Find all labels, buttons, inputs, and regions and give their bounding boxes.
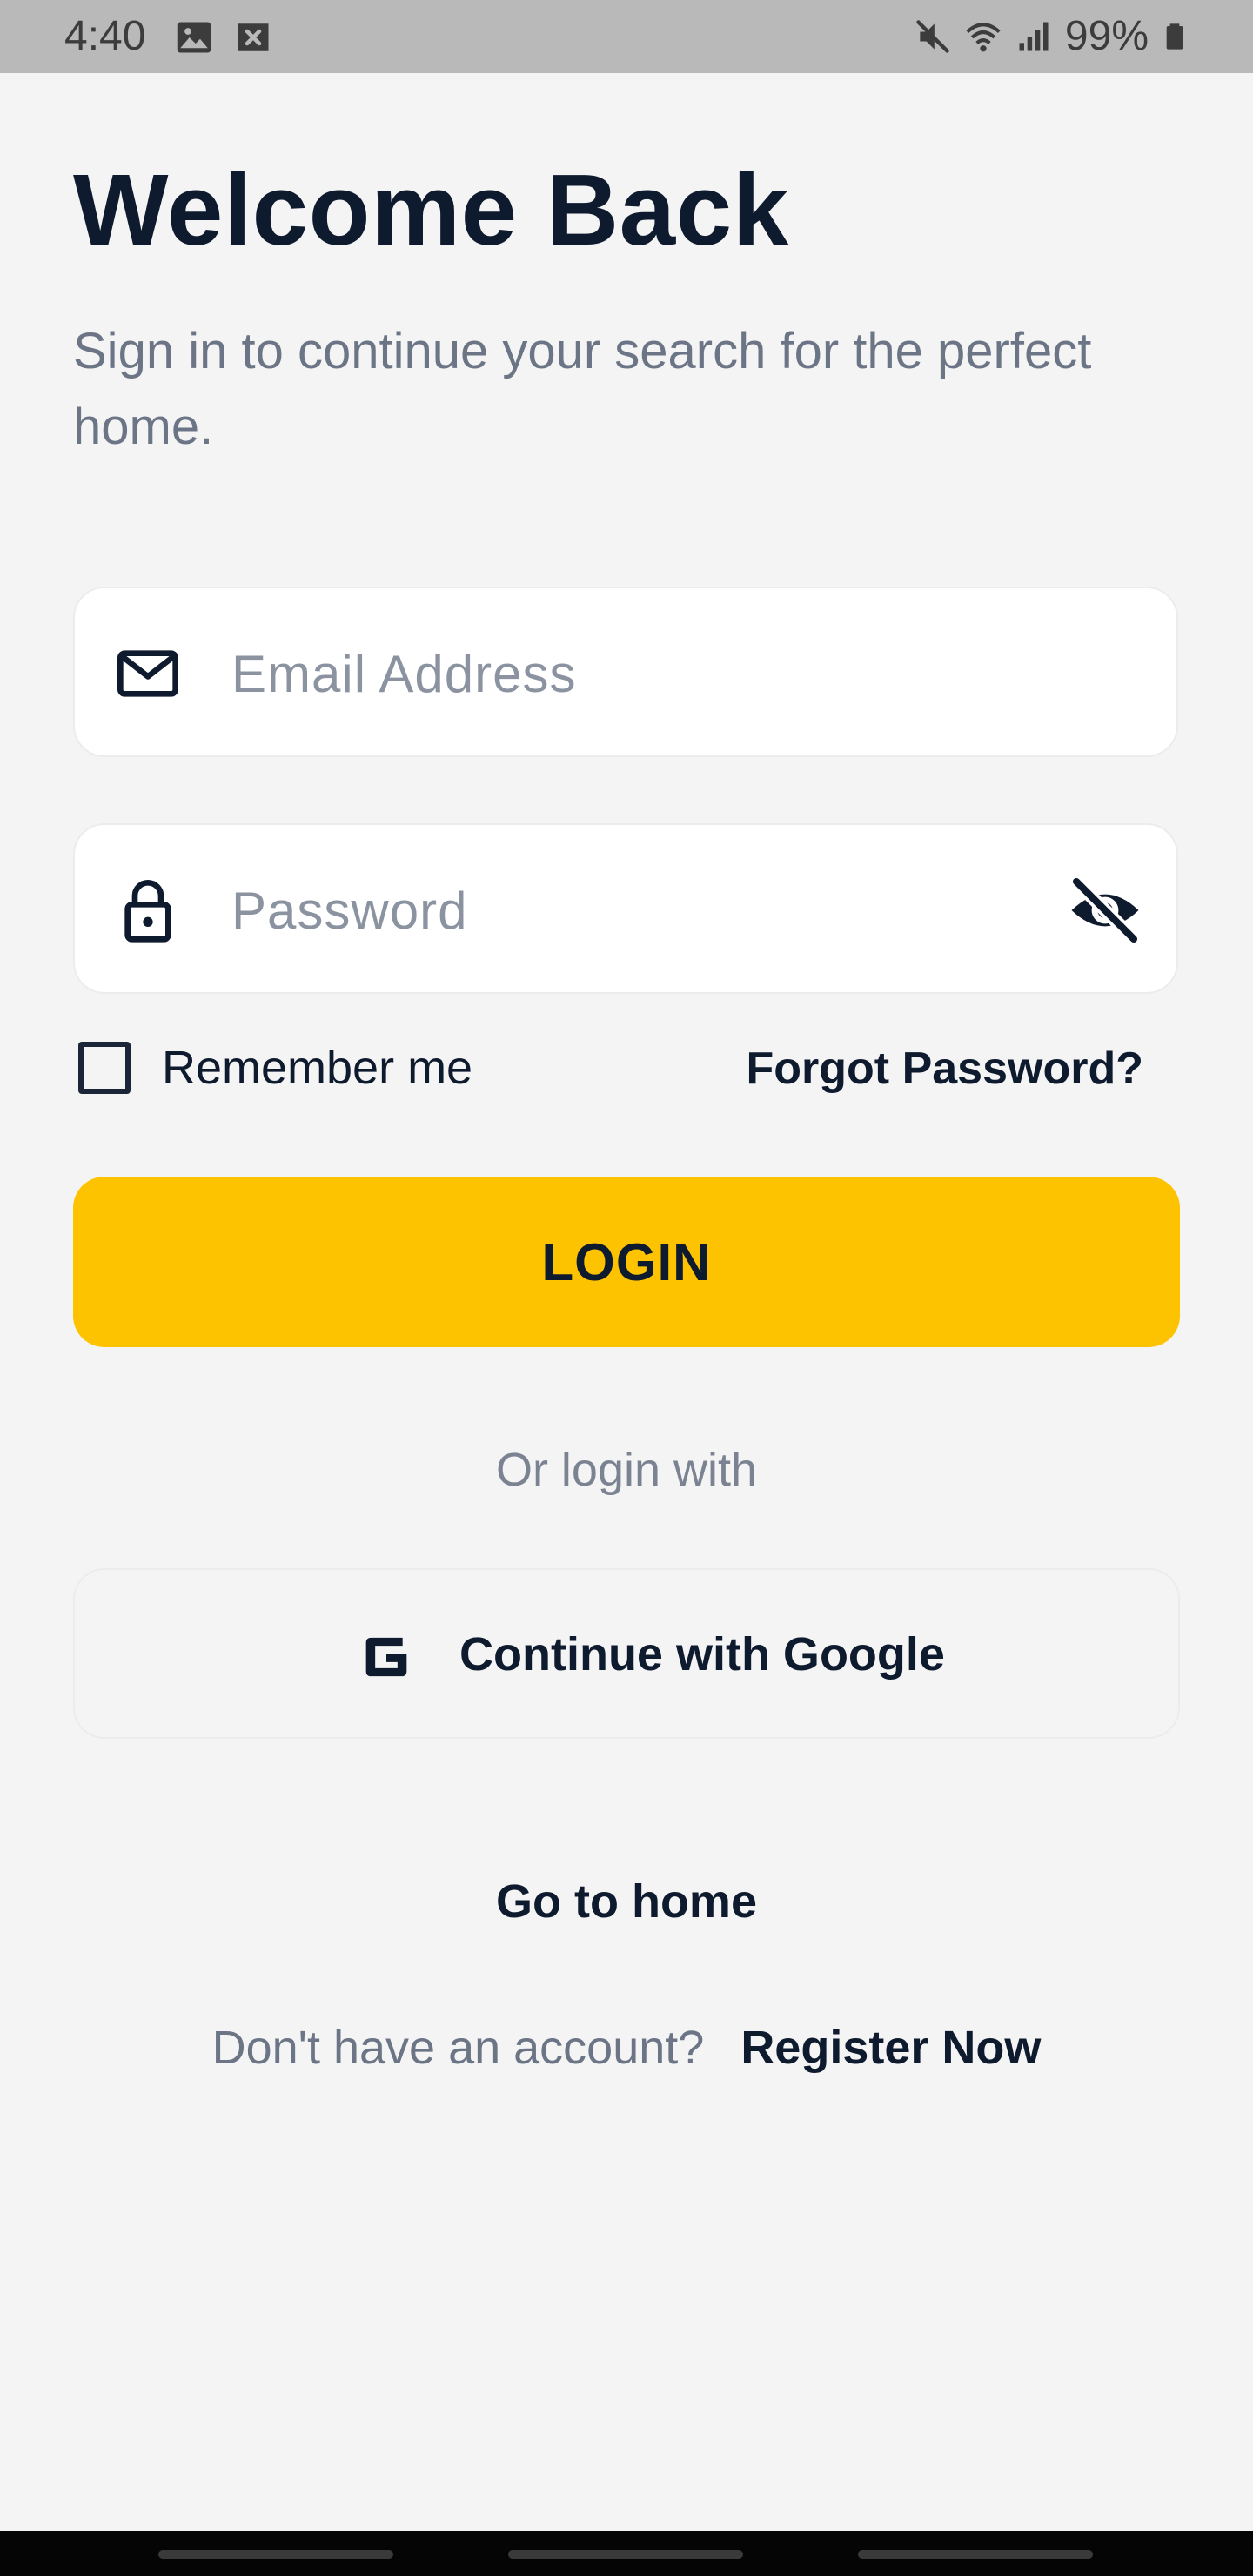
forgot-password-link[interactable]: Forgot Password? (747, 1043, 1143, 1095)
remember-label: Remember me (162, 1042, 473, 1094)
battery-percentage: 99% (1064, 13, 1149, 59)
register-row: Don't have an account? Register Now (0, 2021, 1253, 2075)
google-icon (365, 1637, 407, 1677)
nav-recents-handle[interactable] (858, 2550, 1093, 2559)
blocked-notification-icon (238, 23, 269, 51)
google-button-label: Continue with Google (459, 1628, 945, 1680)
password-field[interactable] (73, 823, 1178, 994)
register-now-link[interactable]: Register Now (740, 2021, 1041, 2075)
nav-home-handle[interactable] (508, 2550, 743, 2559)
login-button[interactable]: LOGIN (73, 1177, 1180, 1347)
mute-icon (916, 20, 949, 53)
status-bar: 4:40 99% (0, 0, 1253, 73)
image-icon (177, 22, 211, 53)
password-input[interactable] (231, 860, 1084, 961)
nav-back-handle[interactable] (158, 2550, 393, 2559)
google-login-button[interactable]: Continue with Google (73, 1568, 1180, 1739)
no-account-text: Don't have an account? (211, 2022, 705, 2074)
or-login-text: Or login with (495, 1444, 758, 1496)
lock-icon (124, 880, 171, 943)
eye-off-icon[interactable] (1067, 872, 1143, 949)
status-right-group: 99% (914, 12, 1189, 61)
email-field[interactable] (73, 587, 1178, 757)
page-subtitle: Sign in to continue your search for the … (73, 323, 1092, 455)
signal-icon (1019, 22, 1049, 51)
wifi-icon (966, 23, 1001, 52)
email-input[interactable] (231, 623, 1084, 724)
status-time: 4:40 (64, 13, 146, 59)
remember-me[interactable]: Remember me (78, 1041, 472, 1095)
go-home-link[interactable]: Go to home (0, 1875, 1253, 1929)
mail-icon (117, 650, 178, 697)
page-title: Welcome Back (73, 153, 789, 266)
battery-icon (1166, 23, 1183, 50)
remember-checkbox[interactable] (78, 1042, 131, 1094)
system-nav-bar (0, 2531, 1253, 2576)
